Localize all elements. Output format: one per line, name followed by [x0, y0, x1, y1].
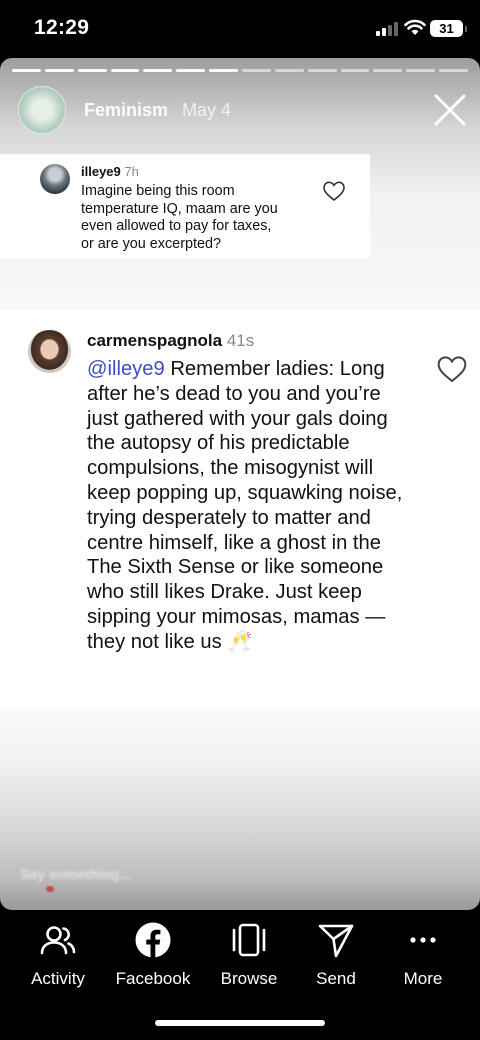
nav-more[interactable]: More — [375, 920, 471, 989]
mention-link: @illeye9 — [87, 358, 165, 380]
facebook-icon — [135, 922, 171, 958]
cards-icon — [232, 923, 266, 957]
comment-text: Imagine being this room temperature IQ, … — [81, 183, 278, 252]
nav-browse[interactable]: Browse — [201, 920, 297, 989]
avatar — [40, 164, 70, 194]
progress-segment — [307, 69, 337, 72]
comment-username: carmenspagnola — [87, 331, 223, 350]
progress-segment — [176, 69, 206, 72]
nav-facebook[interactable]: Facebook — [105, 920, 201, 989]
nav-send[interactable]: Send — [288, 920, 384, 989]
status-time: 12:29 — [34, 16, 90, 39]
nav-label: Facebook — [115, 969, 191, 988]
progress-segment — [340, 69, 370, 72]
progress-segment — [439, 69, 469, 72]
comment-card-illeye9: illeye9 7h Imagine being this room tempe… — [0, 154, 370, 258]
reply-indicator — [46, 886, 54, 892]
story-account-name[interactable]: Feminism — [84, 100, 168, 121]
comment-time: 41s — [226, 331, 255, 350]
people-icon — [40, 926, 76, 955]
nav-label: Send — [316, 969, 356, 988]
story-card[interactable]: Feminism May 4 illeye9 7h Imagine being … — [0, 58, 480, 910]
close-icon[interactable] — [430, 90, 470, 130]
comment-card-carmenspagnola: carmenspagnola 41s @illeye9 Remember lad… — [0, 310, 480, 710]
nav-label: Browse — [220, 969, 278, 988]
nav-label: More — [403, 969, 443, 988]
story-progress-bar — [12, 69, 469, 72]
avatar — [28, 330, 71, 373]
progress-segment — [44, 69, 74, 72]
progress-segment — [209, 69, 239, 72]
nav-label: Activity — [31, 969, 85, 988]
more-dots-icon — [410, 937, 436, 943]
signal-bars-icon — [376, 20, 398, 36]
battery-indicator: 31 — [430, 20, 467, 37]
status-bar: 12:29 31 — [0, 0, 480, 58]
comment-time: 7h — [124, 164, 139, 179]
home-indicator[interactable] — [155, 1020, 325, 1026]
progress-segment — [274, 69, 304, 72]
comment-username: illeye9 — [81, 164, 121, 179]
story-date: May 4 — [182, 100, 232, 120]
progress-segment — [143, 69, 173, 72]
heart-outline-icon — [437, 356, 467, 383]
progress-segment — [373, 69, 403, 72]
comment-body: Remember ladies: Long after he’s dead to… — [87, 358, 403, 653]
paper-plane-icon — [318, 924, 354, 958]
progress-segment — [12, 69, 41, 72]
wifi-icon — [404, 19, 426, 35]
progress-segment — [406, 69, 436, 72]
story-account-avatar[interactable] — [18, 86, 66, 134]
progress-segment — [77, 69, 107, 72]
heart-outline-icon — [323, 181, 345, 202]
reply-input[interactable]: Say something... — [20, 866, 131, 882]
progress-segment — [242, 69, 271, 72]
comment-text: @illeye9 Remember ladies: Long after he’… — [87, 357, 417, 655]
nav-activity[interactable]: Activity — [10, 920, 106, 989]
progress-segment — [110, 69, 140, 72]
